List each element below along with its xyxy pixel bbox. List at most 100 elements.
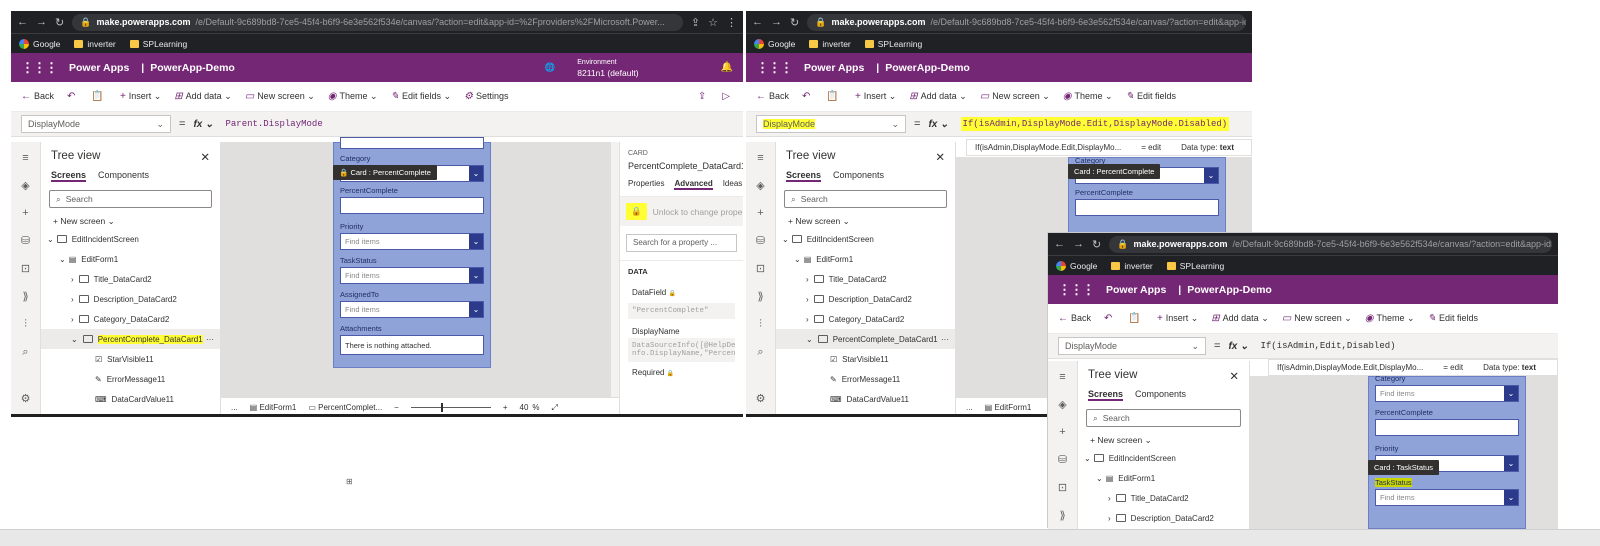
zoom-slider[interactable]: [410, 403, 491, 412]
more-icon[interactable]: ...: [966, 403, 973, 412]
search-icon[interactable]: ⌕: [757, 346, 763, 359]
tree-item[interactable]: › Title_DataCard2: [776, 269, 955, 289]
star-icon[interactable]: ☆: [708, 16, 718, 29]
bookmark-inverter[interactable]: inverter: [809, 39, 851, 49]
tree-item[interactable]: ⌨ DataCardValue11: [776, 389, 955, 409]
search-icon[interactable]: ⌕: [22, 346, 28, 359]
assignedto-field[interactable]: Find items ⌄: [340, 301, 484, 318]
hamburger-icon[interactable]: ≡: [22, 152, 28, 164]
datafield-value[interactable]: "PercentComplete": [628, 303, 735, 319]
add-data-button[interactable]: ⊞ Add data ⌄: [174, 91, 231, 102]
formula-input[interactable]: If(isAdmin,Edit,Disabled): [1257, 337, 1549, 355]
reload-icon[interactable]: ↻: [55, 16, 64, 29]
close-icon[interactable]: ✕: [200, 150, 210, 164]
back-arrow-icon[interactable]: ←: [17, 16, 28, 28]
bookmark-google[interactable]: Google: [1056, 260, 1097, 271]
bell-icon[interactable]: 🔔: [721, 62, 733, 73]
tree-search-input[interactable]: ⌕ Search: [49, 190, 212, 208]
address-bar[interactable]: 🔒 make.powerapps.com/e/Default-9c689bd8-…: [72, 13, 683, 31]
close-icon[interactable]: ✕: [935, 150, 945, 164]
address-bar[interactable]: 🔒 make.powerapps.com/e/Default-9c689bd8-…: [1109, 235, 1552, 253]
tree-search-input[interactable]: ⌕ Search: [1086, 409, 1241, 427]
tree-item[interactable]: ⌨ DataCardValue11: [41, 389, 220, 409]
fx-icon[interactable]: fx ⌄: [928, 119, 948, 130]
edit-form[interactable]: Category Find items ⌄ PercentComplete Pri…: [1368, 374, 1526, 529]
paste-icon[interactable]: 📋: [826, 91, 838, 102]
new-screen-link[interactable]: + New screen ⌄: [41, 214, 220, 229]
tab-components[interactable]: Components: [1135, 389, 1186, 401]
back-arrow-icon[interactable]: ←: [752, 16, 763, 28]
property-dropdown[interactable]: DisplayMode ⌄: [21, 115, 171, 133]
menu-icon[interactable]: ⋮: [726, 16, 737, 29]
tree-search-input[interactable]: ⌕ Search: [784, 190, 947, 208]
settings-button[interactable]: ⚙ Settings: [464, 91, 509, 102]
media-icon[interactable]: ⊡: [21, 262, 30, 275]
data-icon[interactable]: ⛁: [1058, 453, 1067, 466]
priority-field[interactable]: Find items ⌄: [340, 233, 484, 250]
property-dropdown[interactable]: DisplayMode ⌄: [756, 115, 906, 133]
percentcomplete-field[interactable]: [1075, 199, 1219, 216]
design-canvas[interactable]: Category Find items ⌄ PercentComplete Pri…: [1250, 374, 1558, 529]
tree-item[interactable]: ⌄ ▤ EditForm1: [41, 249, 220, 269]
tree-item[interactable]: › Title_DataCard2: [1078, 488, 1249, 508]
breadcrumb-editform[interactable]: ▤ EditForm1: [250, 403, 297, 412]
tree-item[interactable]: › Title_DataCard2: [41, 269, 220, 289]
insert-icon[interactable]: +: [1059, 426, 1065, 438]
media-icon[interactable]: ⊡: [756, 262, 765, 275]
waffle-icon[interactable]: ⋮⋮⋮: [756, 60, 793, 76]
new-screen-button[interactable]: ▭ New screen ⌄: [1282, 313, 1352, 324]
tree-item[interactable]: ☑ StarVisible11: [41, 349, 220, 369]
share-app-icon[interactable]: ⇪: [698, 91, 706, 102]
undo-icon[interactable]: ↶: [802, 91, 810, 102]
title-box[interactable]: [340, 137, 484, 149]
layers-icon[interactable]: ◈: [1058, 398, 1066, 411]
tree-item[interactable]: › Category_DataCard2: [41, 309, 220, 329]
zoom-thumb[interactable]: [440, 403, 443, 412]
variables-icon[interactable]: ⫶: [759, 318, 762, 331]
forward-arrow-icon[interactable]: →: [1073, 238, 1084, 250]
bookmark-inverter[interactable]: inverter: [74, 39, 116, 49]
taskstatus-field[interactable]: Find items ⌄: [1375, 489, 1519, 506]
waffle-icon[interactable]: ⋮⋮⋮: [1058, 282, 1095, 298]
tree-item[interactable]: ⌄ ▤ EditForm1: [1078, 468, 1249, 488]
edit-fields-button[interactable]: ✎ Edit fields ⌄: [391, 91, 451, 102]
bookmark-google[interactable]: Google: [19, 38, 60, 49]
variables-icon[interactable]: ⫶: [24, 318, 27, 331]
new-screen-button[interactable]: ▭ New screen ⌄: [980, 91, 1050, 102]
add-data-button[interactable]: ⊞ Add data ⌄: [909, 91, 966, 102]
taskstatus-field[interactable]: Find items ⌄: [340, 267, 484, 284]
insert-icon[interactable]: +: [22, 207, 28, 219]
theme-button[interactable]: ◉ Theme ⌄: [1063, 91, 1113, 102]
new-screen-button[interactable]: ▭ New screen ⌄: [245, 91, 315, 102]
reload-icon[interactable]: ↻: [790, 16, 799, 29]
tree-item[interactable]: ✎ ErrorMessage11: [41, 369, 220, 389]
unlock-bar[interactable]: 🔒 Unlock to change prope: [620, 197, 743, 226]
new-screen-link[interactable]: + New screen ⌄: [776, 214, 955, 229]
paste-icon[interactable]: 📋: [1128, 313, 1140, 324]
undo-icon[interactable]: ↶: [67, 91, 75, 102]
theme-button[interactable]: ◉ Theme ⌄: [1365, 313, 1415, 324]
tree-item-selected[interactable]: ⌄ PercentComplete_DataCard1 ···: [776, 329, 955, 349]
settings-icon[interactable]: ⚙: [21, 392, 31, 405]
percentcomplete-field[interactable]: [1375, 419, 1519, 436]
data-icon[interactable]: ⛁: [756, 234, 765, 247]
settings-icon[interactable]: ⚙: [756, 392, 766, 405]
breadcrumb-editform[interactable]: ▤ EditForm1: [985, 403, 1032, 412]
bookmark-inverter[interactable]: inverter: [1111, 261, 1153, 271]
formula-input[interactable]: If(isAdmin,DisplayMode.Edit,DisplayMode.…: [957, 115, 1243, 133]
zoom-in-icon[interactable]: +: [503, 403, 508, 412]
add-data-button[interactable]: ⊞ Add data ⌄: [1211, 313, 1268, 324]
play-icon[interactable]: ▷: [722, 91, 730, 102]
power-automate-icon[interactable]: ⟫: [22, 290, 28, 303]
bookmark-splearning[interactable]: SPLearning: [129, 39, 187, 49]
insert-button[interactable]: + Insert ⌄: [1157, 313, 1198, 324]
tree-item[interactable]: › Category_DataCard2: [776, 309, 955, 329]
layers-icon[interactable]: ◈: [756, 179, 764, 192]
tree-item[interactable]: ⌄ EditIncidentScreen: [776, 229, 955, 249]
new-screen-link[interactable]: + New screen ⌄: [1078, 433, 1249, 448]
edit-fields-button[interactable]: ✎ Edit fields: [1428, 313, 1478, 324]
more-icon[interactable]: ...: [231, 403, 238, 412]
back-arrow-icon[interactable]: ←: [1054, 238, 1065, 250]
power-automate-icon[interactable]: ⟫: [1059, 509, 1065, 522]
lock-icon[interactable]: 🔒: [626, 203, 647, 220]
